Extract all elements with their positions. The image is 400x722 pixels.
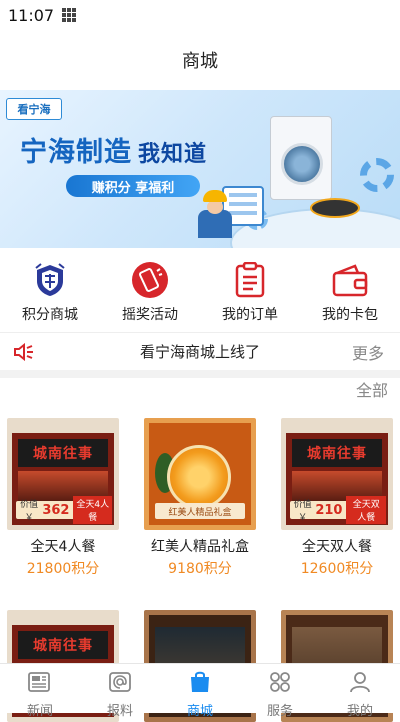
product-card[interactable]: 城南往事 价值￥ 362 全天4人餐 全天4人餐 21800积分 [7, 418, 119, 578]
restaurant-sign: 城南往事 [18, 631, 108, 659]
lottery-shake-icon [130, 262, 170, 298]
product-price: 9180积分 [168, 561, 232, 577]
card-wallet-icon [330, 262, 370, 298]
product-price: 12600积分 [300, 561, 374, 577]
quick-nav-orders[interactable]: 我的订单 [200, 248, 300, 332]
washing-machine-illustration [270, 116, 332, 200]
deal-strip: 价值￥ 210 全天双人餐 [290, 496, 386, 524]
quick-nav-label: 摇奖活动 [122, 307, 178, 323]
product-price: 21800积分 [26, 561, 100, 577]
quick-nav-lottery[interactable]: 摇奖活动 [100, 248, 200, 332]
shopping-bag-icon [187, 670, 213, 698]
robot-vacuum-illustration [310, 198, 360, 218]
product-image-tag: 红美人精品礼盒 [155, 503, 245, 519]
restaurant-sign: 城南往事 [292, 439, 382, 467]
page-header: 商城 [0, 30, 400, 90]
product-name: 红美人精品礼盒 [151, 539, 249, 555]
promo-banner[interactable]: 看宁海 宁海制造 我知道 赚积分 享福利 [0, 90, 400, 248]
tab-report[interactable]: 报料 [80, 664, 160, 719]
product-card[interactable]: 城南往事 价值￥ 210 全天双人餐 全天双人餐 12600积分 [281, 418, 393, 578]
speaker-icon [0, 342, 48, 361]
banner-logo: 看宁海 [6, 98, 62, 120]
deal-strip: 价值￥ 362 全天4人餐 [16, 496, 112, 524]
app-grid-icon [62, 8, 77, 22]
product-image-orange: 红美人精品礼盒 [144, 418, 256, 530]
worker-illustration [196, 190, 234, 238]
banner-headline-sub: 我知道 [138, 142, 208, 167]
tab-mall[interactable]: 商城 [160, 664, 240, 719]
quick-nav-label: 积分商城 [22, 307, 78, 323]
quick-nav-label: 我的订单 [222, 307, 278, 323]
tab-services[interactable]: 服务 [240, 664, 320, 719]
points-mall-badge-icon [30, 262, 70, 298]
tab-label: 商城 [186, 704, 213, 719]
deal-prefix: 价值￥ [293, 500, 312, 523]
deal-prefix: 价值￥ [20, 500, 39, 523]
user-profile-icon [347, 670, 373, 698]
newspaper-icon [27, 670, 53, 698]
deal-value: 362 [42, 502, 70, 518]
banner-headline: 宁海制造 我知道 [20, 130, 207, 169]
page-title: 商城 [182, 51, 218, 72]
product-card[interactable]: 红美人精品礼盒 红美人精品礼盒 9180积分 [144, 418, 256, 578]
product-image-hotpot: 城南往事 价值￥ 362 全天4人餐 [7, 418, 119, 530]
status-time: 11:07 [8, 5, 55, 25]
announcement-more-link[interactable]: 更多 [352, 340, 400, 364]
quick-nav-points-mall[interactable]: 积分商城 [0, 248, 100, 332]
banner-headline-main: 宁海制造 [20, 137, 132, 168]
tab-label: 我的 [346, 704, 373, 719]
status-bar: 11:07 [0, 0, 400, 30]
section-divider [0, 370, 400, 378]
restaurant-sign: 城南往事 [18, 439, 108, 467]
tab-label: 服务 [266, 704, 293, 719]
deal-value: 210 [315, 502, 343, 518]
quick-nav: 积分商城 摇奖活动 我的订单 我的卡包 [0, 248, 400, 332]
report-at-icon [107, 670, 133, 698]
quick-nav-card-wallet[interactable]: 我的卡包 [300, 248, 400, 332]
product-image-hotpot: 城南往事 价值￥ 210 全天双人餐 [281, 418, 393, 530]
gear-illustration [360, 158, 394, 192]
filter-all-button[interactable]: 全部 [356, 378, 388, 404]
quick-nav-label: 我的卡包 [322, 307, 378, 323]
tab-profile[interactable]: 我的 [320, 664, 400, 719]
tab-label: 报料 [106, 704, 133, 719]
tab-news[interactable]: 新闻 [0, 664, 80, 719]
announcement-text: 看宁海商城上线了 [139, 343, 260, 361]
deal-tag: 全天4人餐 [73, 496, 112, 524]
bottom-tab-bar: 新闻 报料 商城 服务 我的 [0, 663, 400, 719]
tab-label: 新闻 [26, 704, 53, 719]
deal-tag: 全天双人餐 [346, 496, 386, 524]
services-grid-icon [267, 670, 293, 698]
order-list-icon [230, 262, 270, 298]
product-name: 全天4人餐 [30, 539, 96, 555]
orange-fruit-illustration [167, 445, 231, 509]
product-name: 全天双人餐 [302, 539, 372, 555]
announcement-bar[interactable]: 看宁海商城上线了 更多 [0, 332, 400, 370]
banner-pill: 赚积分 享福利 [66, 175, 200, 197]
